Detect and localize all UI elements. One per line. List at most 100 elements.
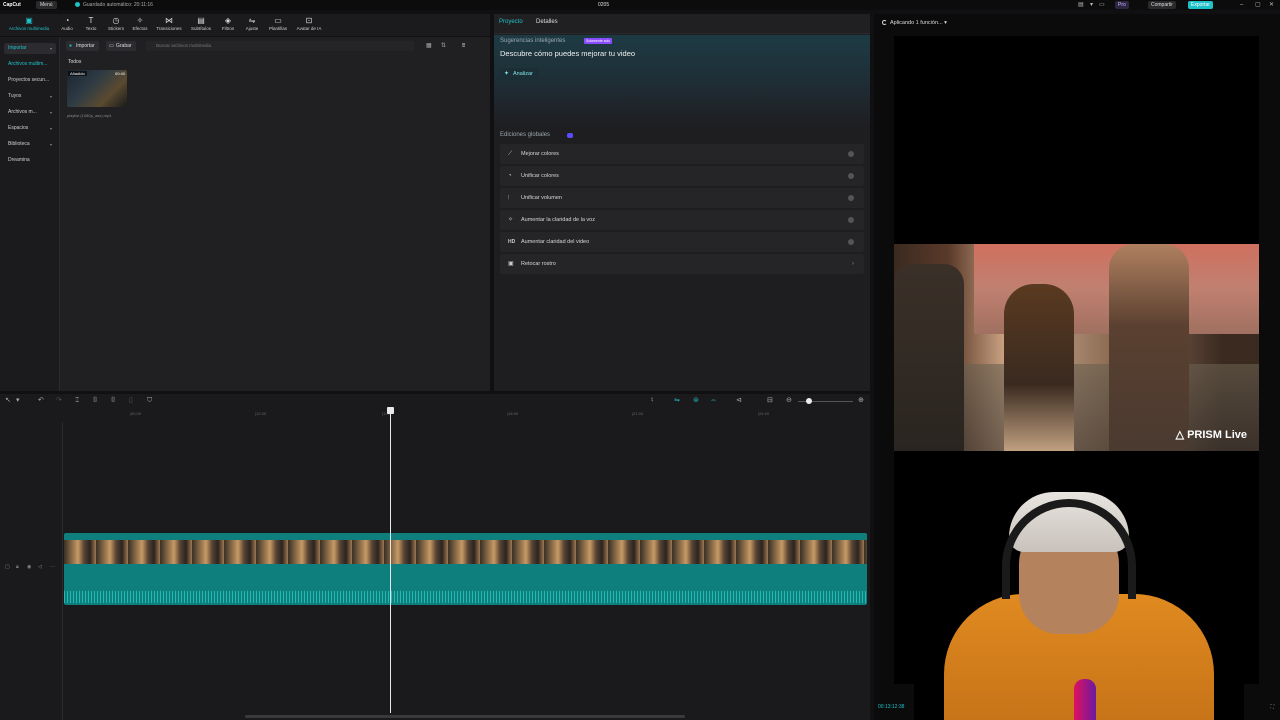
snap-icon[interactable]: ⇔ — [710, 396, 717, 406]
sidebar-item-media-files-2[interactable]: Archivos m... ▾ — [4, 107, 56, 118]
edit-row-enhance-colors[interactable]: ⟋ Mejorar colores — [500, 144, 864, 164]
delete-icon[interactable]: ▯ — [129, 396, 133, 406]
layout-icon[interactable]: ▤ — [1078, 1, 1084, 9]
redo-icon[interactable]: ↷ — [56, 396, 62, 406]
edit-row-unify-volume[interactable]: ⦙ Unificar volumen — [500, 188, 864, 208]
sidebar-item-label: Archivos multim... — [8, 61, 48, 67]
chevron-down-icon: ▾ — [49, 126, 52, 131]
tool-transitions[interactable]: ⋈ Transiciones — [153, 16, 185, 31]
tool-audio[interactable]: ◔ Audio — [54, 16, 80, 31]
tool-text[interactable]: T Texto — [78, 16, 104, 31]
lock-icon[interactable]: 🔒︎ — [16, 564, 19, 570]
tool-media[interactable]: ▣ Archivos multimedia — [2, 16, 56, 31]
ruler-tick: |18:00 — [507, 411, 519, 416]
sidebar-item-import[interactable]: Importar ▾ — [4, 43, 56, 54]
ruler-tick: |12:00 — [255, 411, 267, 416]
speaker-icon[interactable]: ◁ — [38, 564, 42, 570]
zoom-slider-handle[interactable] — [806, 398, 812, 404]
menu-button[interactable]: Menú — [36, 1, 57, 9]
magnet-icon[interactable]: ⇋ — [674, 396, 680, 406]
prism-triangle-icon: △ — [1175, 429, 1188, 441]
split-right-icon[interactable]: ⌷ — [111, 396, 115, 406]
toggle-icon[interactable] — [848, 151, 854, 157]
analyze-button[interactable]: ✦ Analizar — [500, 68, 539, 80]
share-button[interactable]: Compartir — [1148, 1, 1176, 9]
zoom-in-icon[interactable]: ⊕ — [858, 396, 864, 406]
split-icon[interactable]: ⌶ — [75, 396, 79, 406]
split-left-icon[interactable]: ⌷ — [93, 396, 97, 406]
chevron-down-icon[interactable]: ▾ — [16, 396, 20, 406]
transition-icon: ⋈ — [165, 16, 173, 25]
added-badge: Añadido — [68, 71, 87, 76]
time-ruler[interactable]: |00:00 |12:00 |1:00 |18:00 |21:00 |24:00 — [62, 409, 870, 419]
edit-row-voice-clarity[interactable]: ✧ Aumentar la claridad de la voz — [500, 210, 864, 230]
more-icon[interactable]: ⋯ — [50, 564, 55, 570]
sidebar-item-media-files[interactable]: Archivos multim... — [4, 59, 56, 70]
all-filter-label[interactable]: Todos — [68, 59, 81, 65]
audio-icon: ◔ — [64, 16, 70, 25]
sort-icon[interactable]: ⇅ — [441, 41, 446, 51]
sticker-icon: ◷ — [112, 16, 120, 25]
pro-button[interactable]: Pro — [1115, 1, 1129, 9]
filter-icon[interactable]: ⩩ — [462, 41, 465, 51]
link-icon[interactable]: ⊜ — [693, 396, 699, 406]
edit-row-face-retouch[interactable]: ▣ Retocar rostro › — [500, 254, 864, 274]
shield-icon[interactable]: ⛉ — [147, 396, 152, 406]
minimize-icon[interactable]: – — [1240, 1, 1243, 9]
sidebar-item-spaces[interactable]: Espacios ▾ — [4, 123, 56, 134]
close-icon[interactable]: ✕ — [1269, 1, 1274, 9]
sidebar-item-library[interactable]: Biblioteca ▾ — [4, 139, 56, 150]
select-tool-icon[interactable]: ↖ — [5, 396, 11, 406]
playhead-handle[interactable] — [387, 407, 394, 414]
timeline-scrollbar[interactable] — [245, 715, 685, 718]
autosave-icon — [75, 2, 80, 8]
tool-templates[interactable]: ▭ Plantillas — [264, 16, 292, 31]
project-title[interactable]: 0205 — [598, 1, 609, 9]
edit-row-unify-colors[interactable]: ◔ Unificar colores — [500, 166, 864, 186]
sidebar-item-dreamina[interactable]: Dreamina — [4, 155, 56, 166]
tool-stickers[interactable]: ◷ Stickers — [103, 16, 129, 31]
toggle-icon[interactable] — [848, 217, 854, 223]
tool-label: Avatar de IA — [296, 26, 322, 31]
shortcut-icon[interactable]: ▭ — [1099, 1, 1105, 9]
tool-filters[interactable]: ◈ Filtros — [215, 16, 241, 31]
media-thumbnail[interactable]: Añadido 00:40 — [67, 70, 127, 107]
toggle-icon[interactable] — [848, 173, 854, 179]
microphone-icon[interactable]: ♮ — [651, 396, 654, 406]
toggle-icon[interactable] — [848, 239, 854, 245]
dropdown-icon[interactable]: ▾ — [1090, 1, 1093, 9]
sidebar-item-secondary-projects[interactable]: Proyectos secun... — [4, 75, 56, 86]
title-bar: CapCut Menú Guardado automático: 20:11:1… — [0, 0, 1280, 10]
tool-label: Archivos multimedia — [8, 26, 50, 31]
timeline-toolbar: ↖ ▾ ↶ ↷ ⌶ ⌷ ⌷ ▯ ⛉ ♮ ⇋ ⊜ ⇔ ⊲ ⊟ ⊖ ⊕ — [0, 394, 870, 408]
tool-ai-avatar[interactable]: ⊡ Avatar de IA — [293, 16, 325, 31]
edit-row-video-clarity[interactable]: HD Aumentar claridad del video — [500, 232, 864, 252]
chevron-down-icon[interactable]: ▾ — [943, 20, 947, 26]
caption-icon[interactable]: ⊟ — [767, 396, 773, 406]
toggle-icon[interactable] — [848, 195, 854, 201]
scene-person — [894, 264, 964, 451]
track-thumb-icon[interactable]: ▢ — [5, 564, 10, 570]
maximize-icon[interactable]: ▢ — [1255, 1, 1261, 9]
import-button[interactable]: ● Importar — [66, 41, 99, 51]
video-clip[interactable] — [64, 533, 867, 605]
undo-icon[interactable]: ↶ — [38, 396, 44, 406]
zoom-out-icon[interactable]: ⊖ — [786, 396, 792, 406]
chevron-down-icon: ▾ — [49, 142, 52, 147]
grid-view-icon[interactable]: ▦ — [426, 41, 432, 51]
record-button[interactable]: ▭ Grabar — [106, 41, 136, 51]
sidebar-item-yours[interactable]: Tuyos ▾ — [4, 91, 56, 102]
tab-details[interactable]: Detalles — [536, 19, 558, 25]
export-button[interactable]: Exportar — [1188, 1, 1213, 9]
tool-effects[interactable]: ✧ Efectos — [127, 16, 153, 31]
sparkle-icon: ✦ — [504, 71, 510, 77]
fullscreen-icon[interactable]: ⛶ — [1270, 704, 1274, 710]
preview-status-text: Aplicando 1 función... — [890, 20, 943, 26]
tab-project[interactable]: Proyecto — [499, 19, 523, 25]
playhead[interactable] — [390, 408, 391, 713]
tool-adjust[interactable]: ⇋ Ajuste — [239, 16, 265, 31]
search-input[interactable]: Buscar archivos multimedia — [146, 41, 414, 51]
eye-icon[interactable]: ◉ — [27, 564, 31, 570]
preview-axis-icon[interactable]: ⊲ — [736, 396, 742, 406]
tool-subtitles[interactable]: ▤ Subtítulos — [188, 16, 214, 31]
